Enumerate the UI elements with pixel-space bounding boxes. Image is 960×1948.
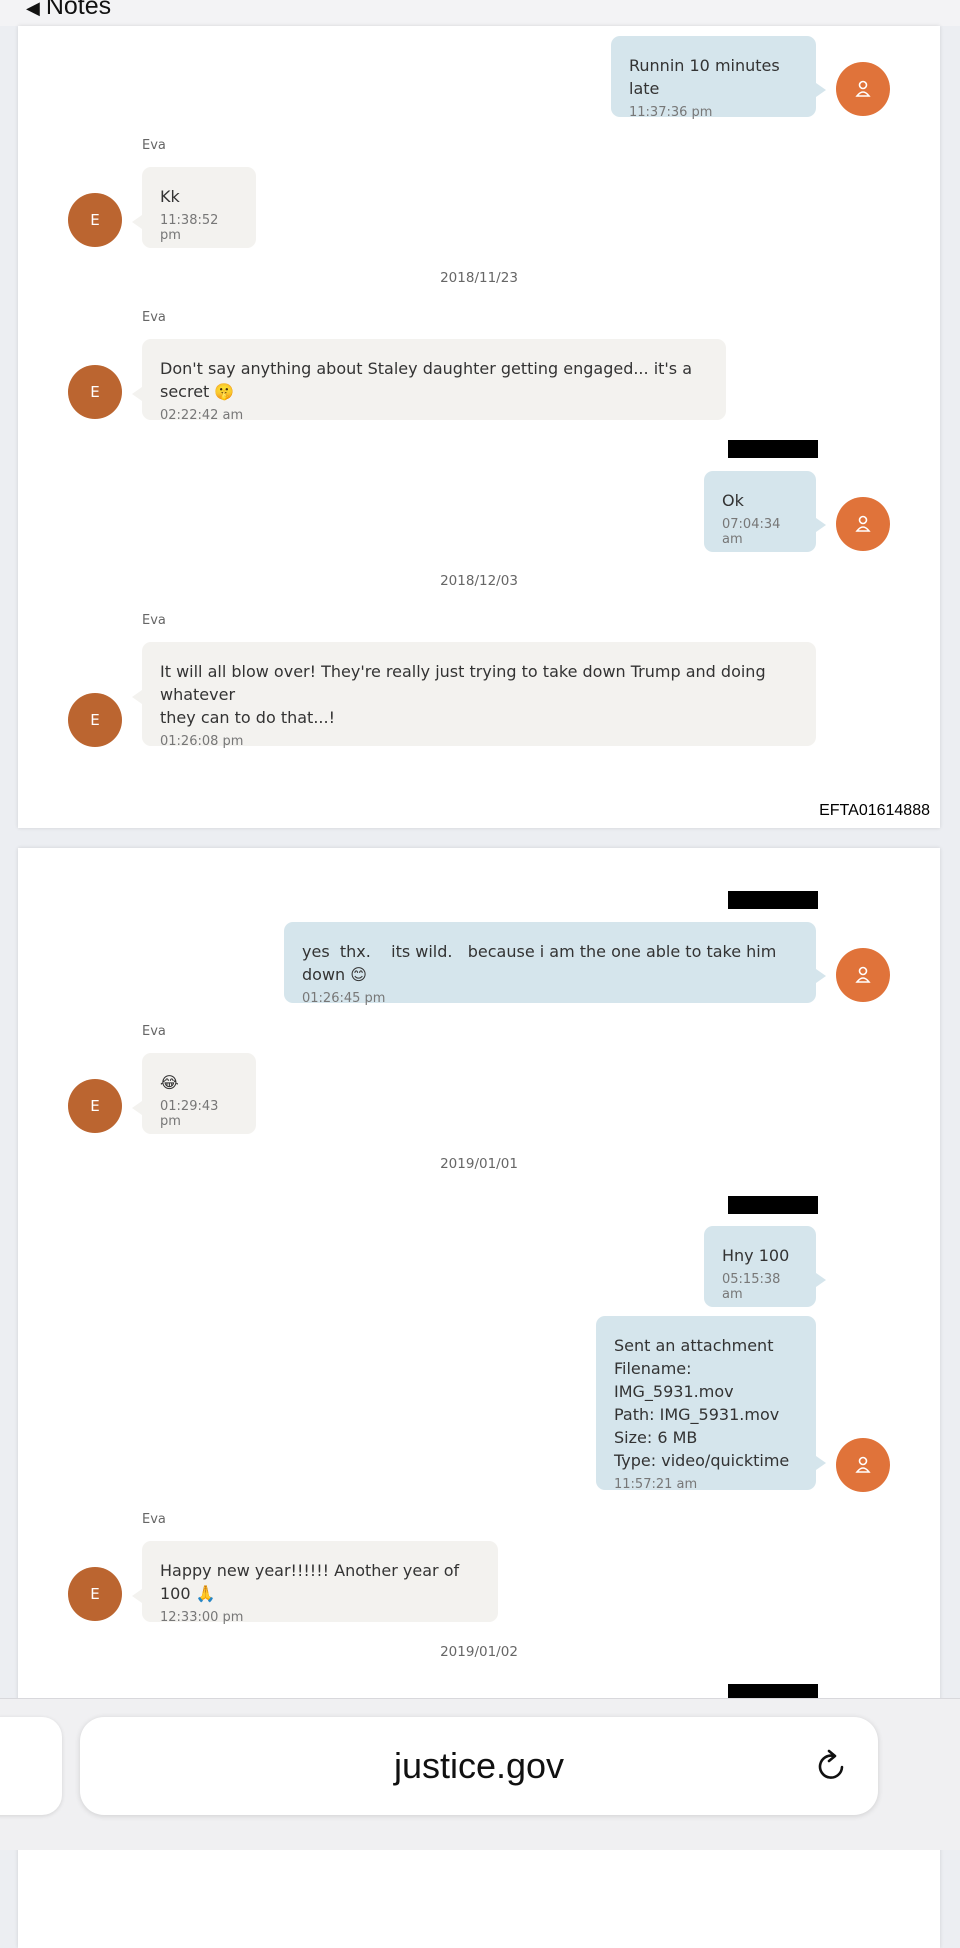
- eva-avatar: E: [68, 365, 122, 419]
- message-incoming: Kk 11:38:52 pm: [132, 167, 256, 248]
- date-separator: 2018/12/03: [440, 573, 518, 589]
- message-time: 05:15:38 am: [722, 1272, 781, 1302]
- date-separator: 2019/01/01: [440, 1156, 518, 1172]
- user-icon: [855, 1456, 871, 1473]
- message-time: 01:26:45 pm: [302, 991, 386, 1006]
- back-button[interactable]: ◀ Notes: [26, 0, 111, 21]
- date-separator: 2019/01/02: [440, 1644, 518, 1660]
- eva-avatar: E: [68, 693, 122, 747]
- user-avatar: [836, 1438, 890, 1492]
- sender-name: Eva: [142, 1024, 166, 1039]
- eva-avatar: E: [68, 1079, 122, 1133]
- message-text: Don't say anything about Staley daughter…: [160, 359, 698, 401]
- sender-name: Eva: [142, 138, 166, 153]
- user-icon: [855, 515, 871, 532]
- user-avatar: [836, 62, 890, 116]
- message-text: It will all blow over! They're really ju…: [160, 662, 766, 727]
- message-time: 11:57:21 am: [614, 1477, 698, 1492]
- user-avatar: [836, 948, 890, 1002]
- user-icon: [855, 80, 871, 97]
- message-time: 01:26:08 pm: [160, 734, 244, 749]
- message-time: 11:37:36 pm: [629, 105, 713, 120]
- url-text: justice.gov: [393, 1745, 565, 1786]
- eva-avatar: E: [68, 193, 122, 247]
- user-avatar: [836, 497, 890, 551]
- message-incoming: It will all blow over! They're really ju…: [132, 642, 816, 749]
- message-attachment: Sent an attachment Filename: IMG_5931.mo…: [596, 1316, 826, 1492]
- message-text: Sent an attachment Filename: IMG_5931.mo…: [614, 1336, 790, 1470]
- address-bar[interactable]: justice.gov: [80, 1717, 878, 1815]
- message-text: Hny 100: [722, 1246, 790, 1265]
- status-bar: ◀ Notes: [0, 0, 960, 26]
- sender-name: Eva: [142, 310, 166, 325]
- message-incoming: 😂 01:29:43 pm: [132, 1053, 256, 1134]
- reload-icon[interactable]: [812, 1747, 850, 1785]
- redaction-bar: [728, 1196, 818, 1214]
- back-triangle-icon: ◀: [26, 0, 40, 18]
- message-text: 😂: [160, 1073, 179, 1092]
- redaction-bar: [728, 891, 818, 909]
- sender-name: Eva: [142, 1512, 166, 1527]
- message-time: 07:04:34 am: [722, 517, 781, 547]
- previous-tab[interactable]: [0, 1717, 62, 1815]
- eva-avatar: E: [68, 1567, 122, 1621]
- message-time: 01:29:43 pm: [160, 1099, 219, 1129]
- date-separator: 2018/11/23: [440, 270, 518, 286]
- message-incoming: Don't say anything about Staley daughter…: [132, 339, 726, 423]
- message-time: 12:33:00 pm: [160, 1610, 244, 1625]
- document-id: EFTA01614888: [819, 802, 930, 819]
- message-time: 11:38:52 pm: [160, 213, 219, 243]
- message-time: 02:22:42 am: [160, 408, 244, 423]
- redaction-bar: [728, 440, 818, 458]
- user-icon: [855, 966, 871, 983]
- sender-name: Eva: [142, 613, 166, 628]
- message-text: Happy new year!!!!!! Another year of 100…: [160, 1561, 465, 1603]
- message-outgoing: Ok 07:04:34 am: [704, 471, 826, 552]
- document-page-1: Runnin 10 minutes late 11:37:36 pm Eva K…: [18, 26, 940, 828]
- message-outgoing: Runnin 10 minutes late 11:37:36 pm: [611, 36, 826, 120]
- back-label: Notes: [45, 0, 112, 20]
- message-outgoing: Hny 100 05:15:38 am: [704, 1226, 826, 1307]
- message-incoming: Happy new year!!!!!! Another year of 100…: [132, 1541, 498, 1625]
- message-text: Runnin 10 minutes late: [629, 56, 785, 98]
- message-text: yes thx. its wild. because i am the one …: [302, 942, 782, 984]
- message-outgoing: yes thx. its wild. because i am the one …: [284, 922, 826, 1006]
- message-text: Kk: [160, 187, 180, 206]
- browser-toolbar: justice.gov: [0, 1698, 960, 1850]
- message-text: Ok: [722, 491, 744, 510]
